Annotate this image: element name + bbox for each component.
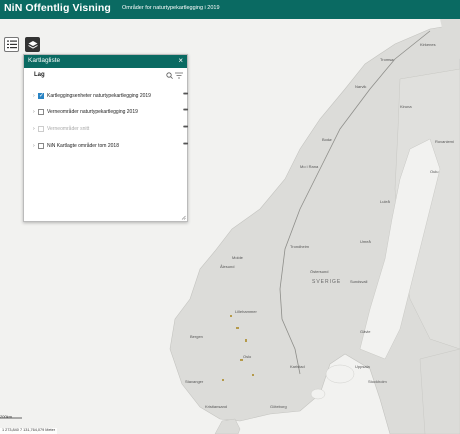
layers-section-header: Lag <box>24 68 187 82</box>
place-label: Gävle <box>360 329 371 334</box>
layer-list-button[interactable] <box>4 37 19 52</box>
more-options-icon[interactable]: ••• <box>183 141 188 148</box>
layer-item[interactable]: › Verneområder naturtypekartlegging 2019… <box>33 107 188 118</box>
layer-checkbox[interactable] <box>38 126 44 132</box>
app-header: NiN Offentlig Visning Områder for naturt… <box>0 0 460 19</box>
place-label: Östersund <box>310 269 329 274</box>
scale-bar-label: 200km <box>0 414 13 419</box>
place-label: Umeå <box>360 239 371 244</box>
coordinate-readout: 1 273,840 7 131,764,079 Meter <box>0 428 57 434</box>
layer-label: NiN Kartlagte områder tom 2018 <box>47 143 119 149</box>
layer-label: Kartleggingsenheter naturtypekartlegging… <box>47 93 151 99</box>
place-label: Mo i Rana <box>300 164 319 169</box>
place-label: Molde <box>232 255 243 260</box>
place-label: Tromsø <box>380 57 394 62</box>
close-icon[interactable]: × <box>178 56 183 65</box>
more-options-icon[interactable]: ••• <box>183 107 188 114</box>
layer-checkbox[interactable] <box>38 109 44 115</box>
place-label: Göteborg <box>270 404 287 409</box>
expand-caret-icon[interactable]: › <box>33 126 35 132</box>
place-label: Kirkenes <box>420 42 436 47</box>
layer-label: Verneområder naturtypekartlegging 2019 <box>47 109 138 115</box>
place-label: Bergen <box>190 334 203 339</box>
place-label: Sundsvall <box>350 279 368 284</box>
layer-label: Verneområder snitt <box>47 126 90 132</box>
layers-button[interactable] <box>25 37 40 52</box>
app-title: NiN Offentlig Visning <box>4 2 111 14</box>
country-label: SVERIGE <box>312 279 342 285</box>
layers-icon <box>27 40 38 49</box>
resize-handle-icon[interactable] <box>181 215 186 220</box>
panel-header: Kartlagliste × <box>24 55 187 68</box>
panel-title: Kartlagliste <box>28 57 61 64</box>
place-label: Luleå <box>380 199 390 204</box>
layer-item[interactable]: › Kartleggingsenheter naturtypekartleggi… <box>33 91 188 102</box>
place-label: Oulu <box>430 169 439 174</box>
place-label: Stockholm <box>368 379 387 384</box>
place-label: Narvik <box>355 84 367 89</box>
app-subtitle: Områder for naturtypekartlegging i 2019 <box>122 5 220 11</box>
expand-caret-icon[interactable]: › <box>33 143 35 149</box>
place-label: Ålesund <box>220 264 235 269</box>
layer-checkbox[interactable] <box>38 143 44 149</box>
place-label: Kiruna <box>400 104 412 109</box>
more-options-icon[interactable]: ••• <box>183 124 188 131</box>
layer-list-icon <box>6 40 17 49</box>
layer-list-panel: Kartlagliste × Lag › Kartleggingsenheter… <box>23 54 188 222</box>
filter-options-icon[interactable] <box>175 72 183 79</box>
search-icon[interactable] <box>166 72 173 79</box>
expand-caret-icon[interactable]: › <box>33 109 35 115</box>
layer-item[interactable]: › NiN Kartlagte områder tom 2018 ••• <box>33 141 188 152</box>
layers-section-label: Lag <box>34 72 45 78</box>
more-options-icon[interactable]: ••• <box>183 91 188 98</box>
expand-caret-icon[interactable]: › <box>33 93 35 99</box>
place-label: Lillehammer <box>235 309 257 314</box>
place-label: Bodø <box>322 137 332 142</box>
place-label: Uppsala <box>355 364 370 369</box>
place-label: Kristiansand <box>205 404 228 409</box>
place-label: Rovaniemi <box>435 139 454 144</box>
place-label: Karlstad <box>290 364 305 369</box>
place-label: Trondheim <box>290 244 309 249</box>
layer-item[interactable]: › Verneområder snitt ••• <box>33 124 188 135</box>
place-label: Stavanger <box>185 379 204 384</box>
layer-checkbox[interactable] <box>38 92 44 99</box>
place-label: Oslo <box>243 354 252 359</box>
